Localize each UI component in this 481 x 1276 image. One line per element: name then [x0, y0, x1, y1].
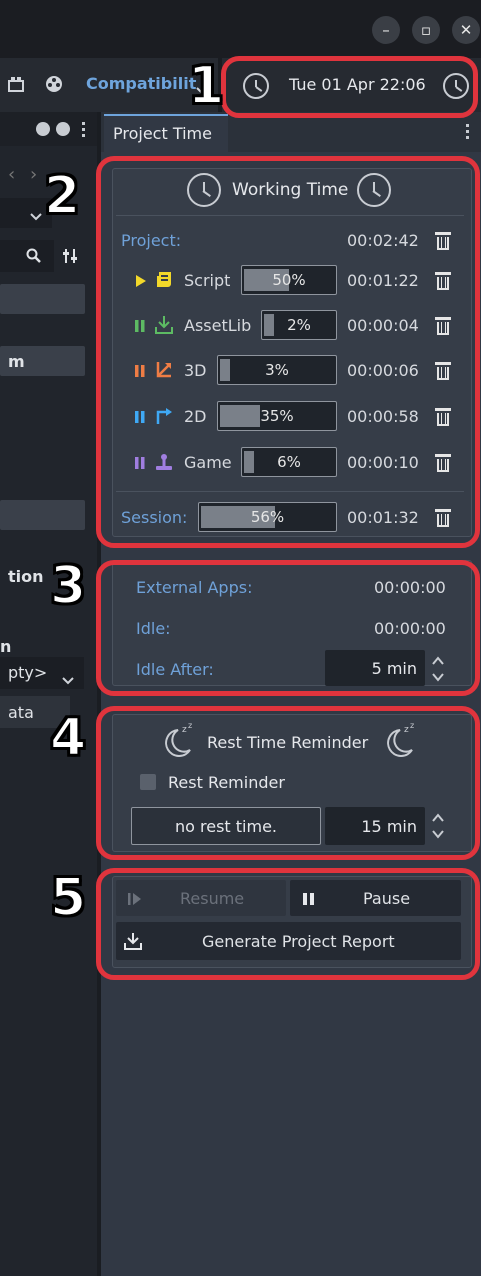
left-partial-text: pty> — [8, 663, 48, 682]
renderer-selector[interactable]: Compatibilit — [86, 74, 196, 93]
tab-label: Project Time — [113, 124, 212, 143]
search-icon[interactable] — [26, 248, 42, 264]
minimize-button[interactable]: – — [372, 16, 400, 44]
left-partial-text: m — [8, 352, 25, 371]
annotation-box-5 — [96, 868, 480, 980]
tab-project-time[interactable]: Project Time — [104, 114, 228, 152]
title-bar — [0, 0, 481, 58]
left-dock: ‹ › m tion n pty> ata — [0, 112, 97, 1276]
left-partial-text: tion — [8, 567, 44, 586]
movie-writer-icon[interactable] — [8, 76, 26, 92]
list-item[interactable] — [0, 284, 85, 314]
annotation-number-4: 4 — [49, 708, 87, 768]
menu-dots-icon[interactable] — [82, 122, 85, 138]
chevron-down-icon[interactable] — [30, 206, 42, 221]
forward-icon[interactable] — [56, 122, 70, 136]
chevron-down-icon[interactable] — [62, 670, 74, 685]
nav-left-icon[interactable]: ‹ — [8, 164, 15, 185]
maximize-button[interactable]: ▫ — [412, 16, 440, 44]
left-partial-text: ata — [8, 703, 34, 722]
back-icon[interactable] — [36, 122, 50, 136]
menu-dots-icon[interactable] — [466, 124, 469, 142]
annotation-box-4 — [96, 706, 480, 860]
annotation-box-1 — [221, 56, 478, 118]
annotation-box-2 — [96, 156, 480, 548]
annotation-number-5: 5 — [49, 868, 87, 928]
tools-icon[interactable] — [62, 248, 78, 264]
annotation-number-3: 3 — [49, 556, 87, 616]
annotation-number-1: 1 — [187, 56, 225, 116]
annotation-number-2: 2 — [43, 166, 81, 226]
film-reel-icon[interactable] — [44, 74, 64, 94]
nav-right-icon[interactable]: › — [30, 164, 37, 185]
annotation-box-3 — [96, 560, 480, 696]
left-partial-text: n — [0, 637, 12, 656]
close-button[interactable]: ✕ — [452, 16, 480, 44]
list-item[interactable] — [0, 500, 85, 530]
